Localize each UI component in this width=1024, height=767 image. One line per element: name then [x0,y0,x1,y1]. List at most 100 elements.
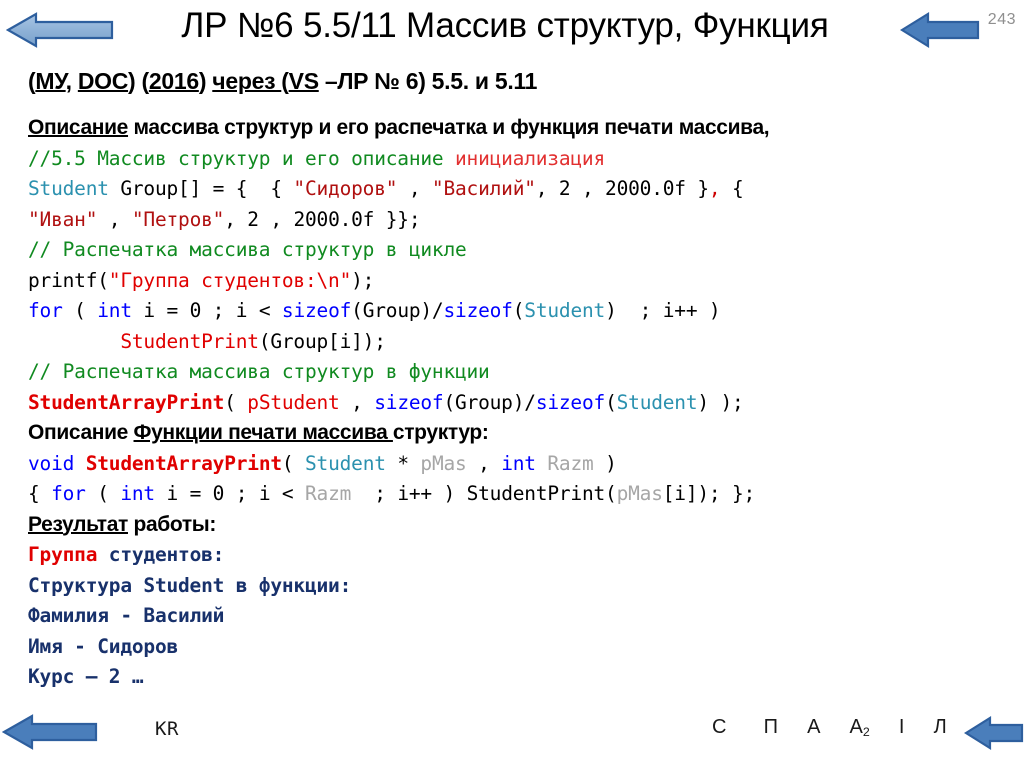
code-text: , [339,390,375,414]
code-line-function-body: { for ( int i = 0 ; i < Razm ; i++ ) Stu… [28,479,1018,510]
header-right-arrow-icon[interactable] [900,11,980,49]
heading-function-underlined: Функции печати массива [133,421,393,444]
footer-letter-a2-base: А [849,716,863,738]
heading-description-rest: массива структур и его распечатка и функ… [128,116,770,139]
code-text: { [720,177,744,200]
code-text: ) [593,451,617,475]
slide-subtitle: (МУ, DOC) (2016) через (VS –ЛР № 6) 5.5.… [28,68,537,95]
footer-letter-a2-subscript: 2 [862,725,870,740]
heading-function-rest: структур: [392,421,489,444]
code-text: , [97,207,132,231]
subtitle-part-sep1: ) ( [128,68,149,94]
subtitle-part-mu: МУ [35,68,66,94]
result-line-surname: Фамилия - Василий [28,604,225,627]
code-keyword-int: int [501,451,536,475]
code-text: Group[] = { { [108,177,294,200]
code-line-comment-init: //5.5 Массив структур и его описание ини… [28,144,1018,175]
heading-function-prefix: Описание [28,421,134,444]
subtitle-part-paren: ( [281,68,289,94]
result-line-group-rest: студентов: [97,543,225,566]
subtitle-part-doc: DOC [77,68,129,94]
code-function-studentarrayprint: StudentArrayPrint [85,451,282,475]
slide-root: ЛР №6 5.5/11 Массив структур, Функция 24… [0,0,1024,767]
page-title: ЛР №6 5.5/11 Массив структур, Функция [181,6,829,45]
code-line-arrayprint-call: StudentArrayPrint ( pStudent , sizeof(Gro… [28,388,1018,419]
footer-right-arrow-icon[interactable] [964,714,1024,752]
code-string-ivan: "Иван" [28,207,98,231]
code-string-group-header: "Группа студентов:\n" [108,268,352,292]
code-text: ( [85,482,121,505]
heading-result-rest: работы: [127,512,217,536]
footer-letter-l: Л [933,716,947,738]
code-line-studentprint-call: StudentPrint(Group[i]); [28,327,1018,358]
heading-description-underlined: Описание [28,116,129,139]
code-keyword-int: int [97,299,132,322]
code-param-razm: Razm [547,451,594,475]
subtitle-part-cherez: через [212,68,282,94]
code-param-pmas: pMas [420,451,467,475]
result-line-group: Группа студентов: [28,540,1018,571]
code-comment: // Распечатка массива структур в цикле [28,238,467,261]
footer-left-arrow-icon[interactable] [2,712,98,752]
code-keyword-sizeof: sizeof [281,299,352,322]
code-keyword-for: for [28,299,63,322]
subtitle-part-vs: VS [288,68,319,94]
code-comment-green: //5.5 Массив структур и его описание [28,146,455,170]
code-keyword-for: for [51,482,86,505]
slide-body: Описание массива структур и его распечат… [28,113,1018,693]
page-number: 243 [987,11,1016,28]
header-left-arrow-icon[interactable] [6,11,114,49]
code-text: * [385,451,421,475]
footer-letter-i: І [898,716,905,738]
code-keyword-sizeof: sizeof [535,390,606,414]
code-line-printf: printf("Группа студентов:\n"); [28,266,1018,297]
result-line-course: Курс – 2 … [28,665,144,688]
heading-result: Результат работы: [28,510,1018,541]
code-text: printf( [28,268,109,292]
code-line-for-loop: for ( int i = 0 ; i < sizeof(Group)/size… [28,296,1018,327]
code-text: ); [351,268,375,292]
heading-result-underlined: Результат [28,512,128,536]
code-comma-red: , [708,177,721,200]
result-line-struct: Структура Student в функции: [28,573,352,597]
code-keyword-sizeof: sizeof [443,299,513,322]
code-string-vasiliy: "Василий" [431,177,536,200]
code-type-student: Student [524,299,606,322]
code-param-razm: Razm [305,482,352,505]
code-line-comment-loop: // Распечатка массива структур в цикле [28,235,1018,266]
slide-header: ЛР №6 5.5/11 Массив структур, Функция 24… [0,2,1024,54]
code-text: { [28,482,52,505]
code-line-array-decl: Student Group[] = { { "Сидоров" , "Васил… [28,174,1018,205]
code-text: , [397,177,432,200]
code-keyword-int: int [120,482,155,505]
code-text: ) ); [697,390,744,414]
heading-function-description: Описание Функции печати массива структур… [28,418,1018,449]
code-text: ( [281,451,305,475]
code-text: i = 0 ; i < [154,482,305,505]
code-function-studentarrayprint: StudentArrayPrint [28,390,225,414]
footer-letter-a2: А2 [850,716,870,739]
code-text: ( [62,299,98,322]
result-word-gruppa: Группа [28,543,98,566]
heading-description: Описание массива структур и его распечат… [28,113,1018,144]
subtitle-part-tail: –ЛР № 6) 5.5. и 5.11 [318,68,538,94]
code-text: [i]); }; [662,482,756,505]
code-text: (Group)/ [443,390,536,414]
code-function-studentprint: StudentPrint [120,329,259,353]
code-text: i = 0 ; i < [131,299,282,322]
footer-author-label: KR [155,718,179,740]
subtitle-part-sep2: ) [198,68,213,94]
code-type-student: Student [305,451,386,475]
code-text: ( [512,299,525,322]
code-line-array-decl-cont: "Иван" , "Петров", 2 , 2000.0f }}; [28,205,1018,236]
code-keyword-sizeof: sizeof [374,390,444,414]
code-keyword-void: void [28,451,75,475]
code-arg-pstudent: pStudent [247,390,340,414]
footer-letter-row: С П А А2 І Л [712,716,947,739]
code-text: ( [605,390,617,414]
code-comment-red: инициализация [454,146,606,170]
code-line-function-signature: void StudentArrayPrint( Student * pMas ,… [28,449,1018,480]
code-text: (Group)/ [351,299,444,322]
result-line-name: Имя - Сидоров [28,634,179,658]
